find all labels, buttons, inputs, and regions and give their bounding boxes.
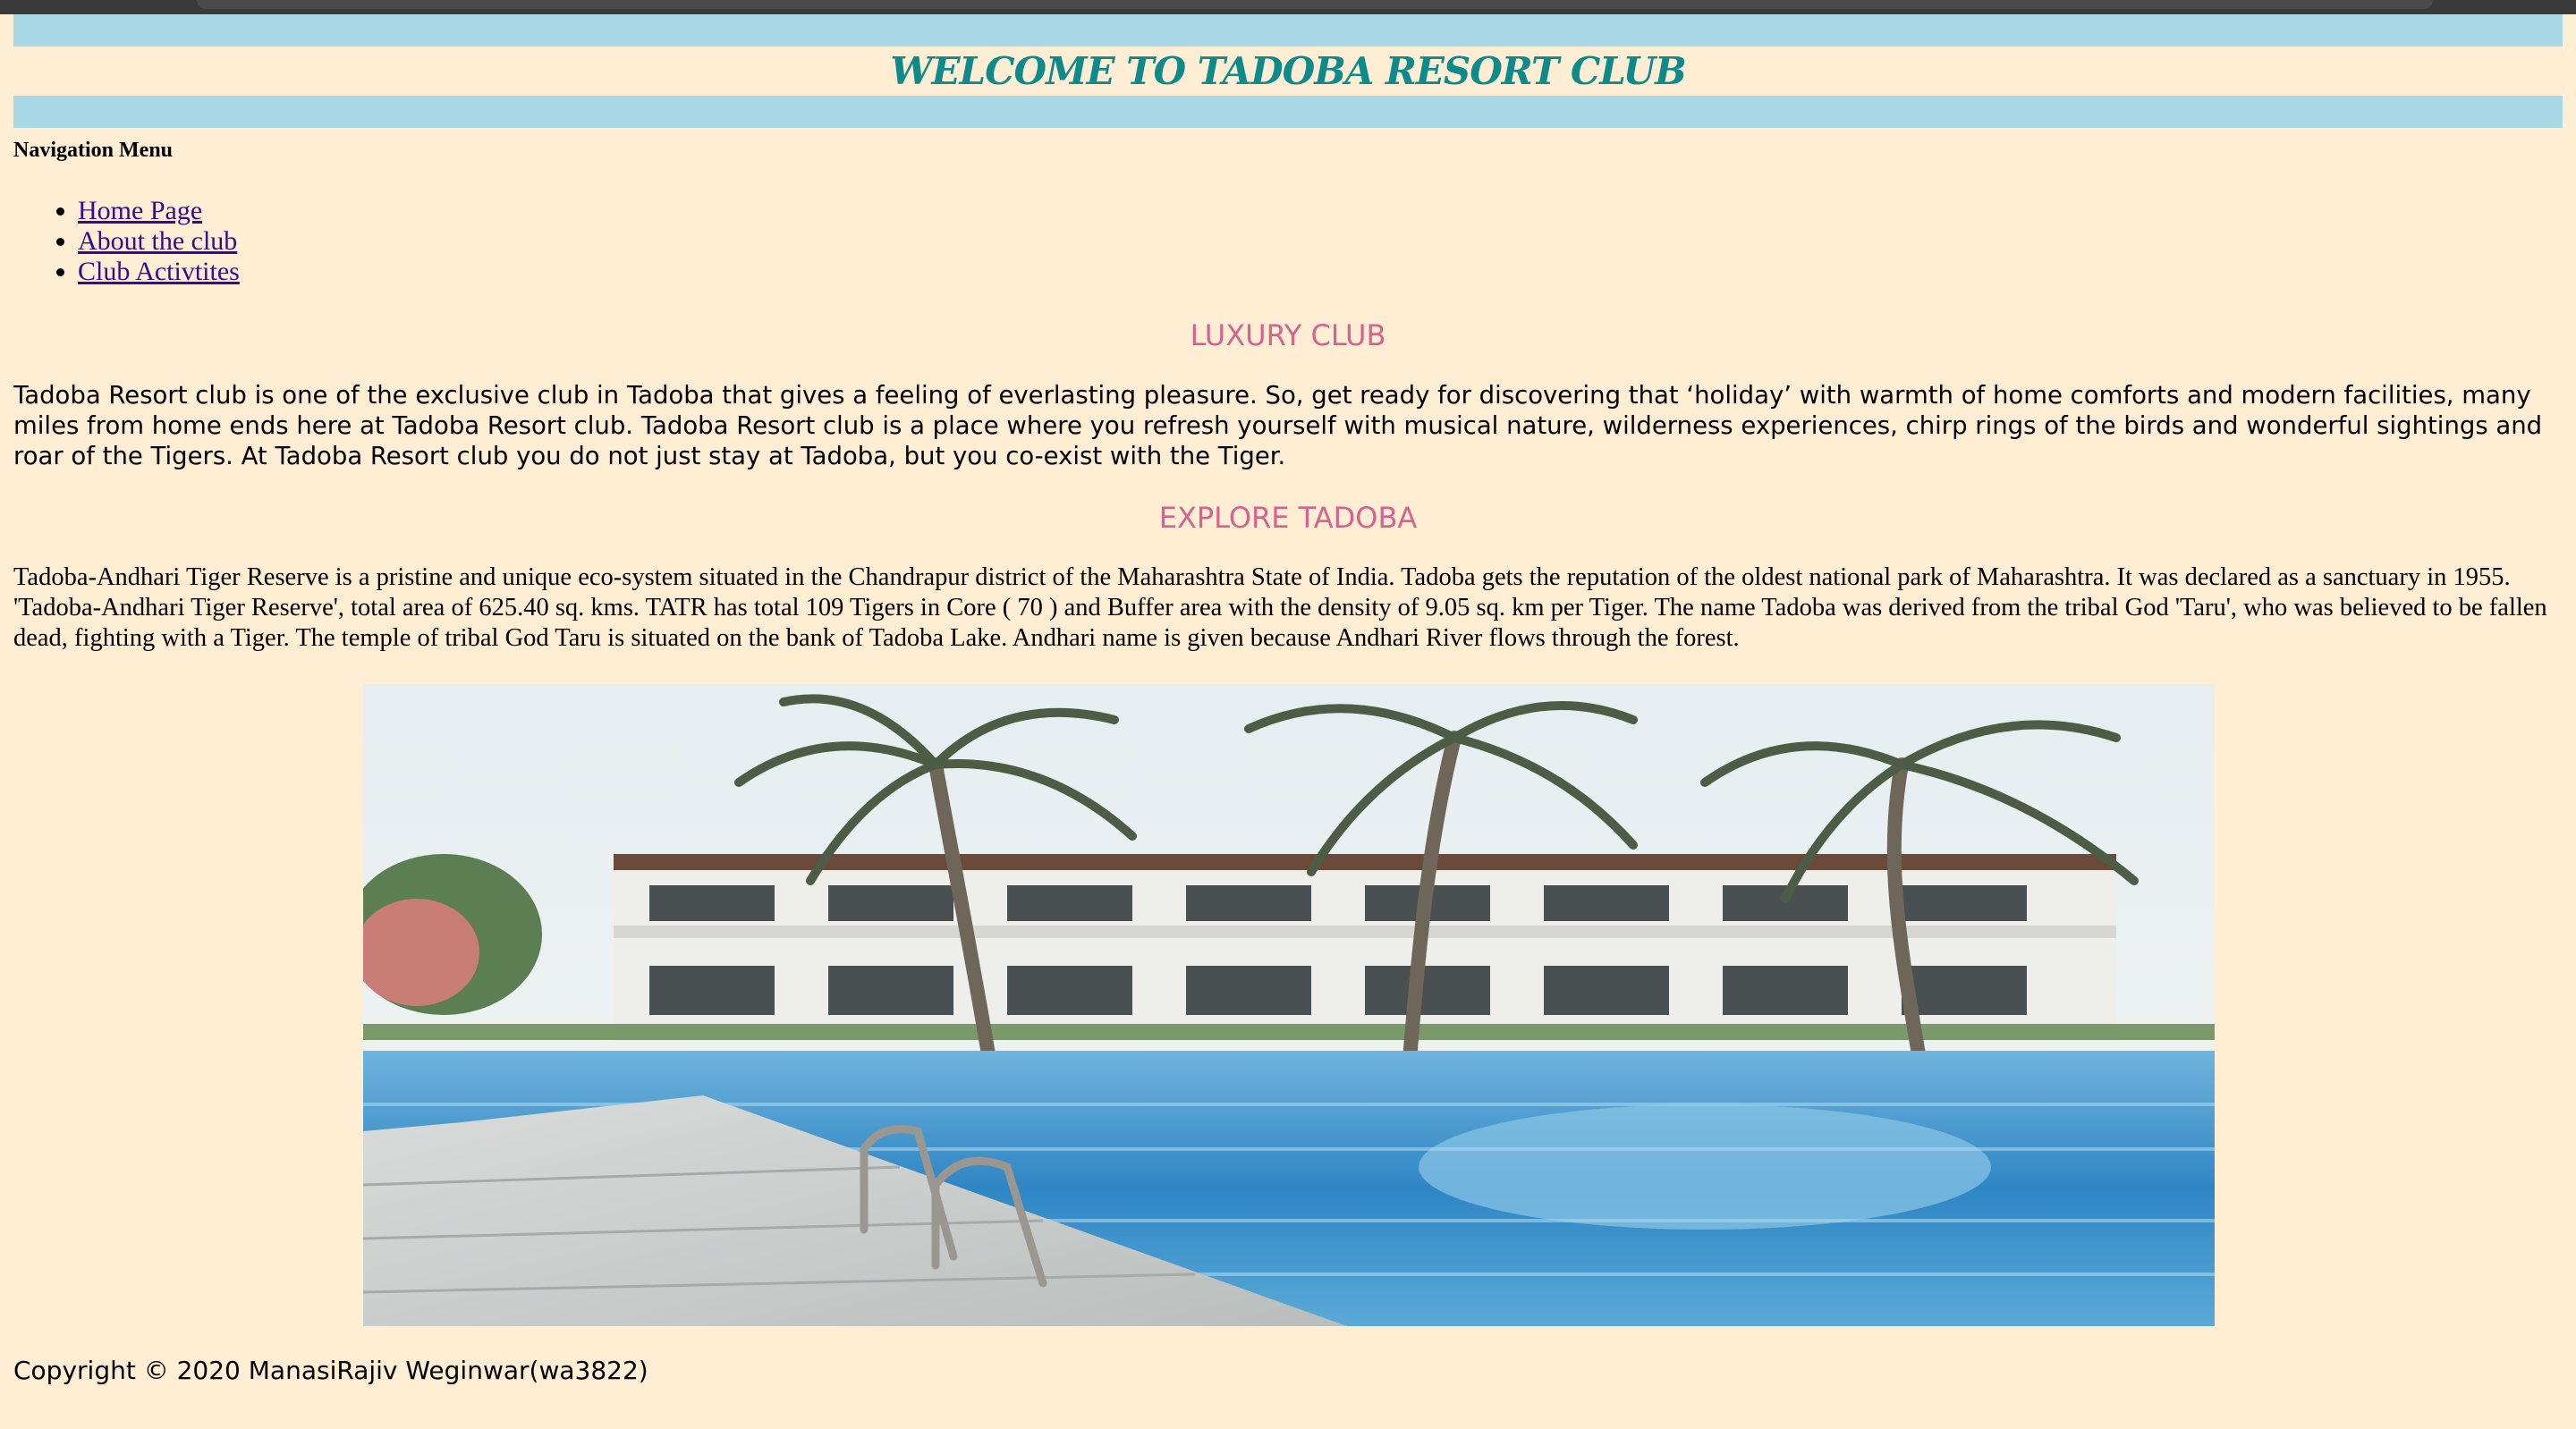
resort-pool-image: [363, 684, 2215, 1326]
nav-menu: Home Page About the club Club Activtites: [13, 196, 2563, 287]
browser-top-edge: [0, 0, 2576, 14]
nav-link-about[interactable]: About the club: [78, 226, 237, 256]
nav-item-about: About the club: [78, 226, 2563, 257]
nav-link-activities[interactable]: Club Activtites: [78, 257, 240, 286]
browser-tab-strip: [197, 0, 2433, 9]
header-top-stripe: [13, 14, 2563, 47]
section-text-luxury: Tadoba Resort club is one of the exclusi…: [13, 381, 2543, 470]
section-heading-explore: EXPLORE TADOBA: [1158, 501, 1418, 535]
page-content: WELCOME TO TADOBA RESORT CLUB Navigation…: [13, 14, 2563, 654]
section-heading-luxury: LUXURY CLUB: [1190, 318, 1386, 352]
footer-copyright: Copyright © 2020 ManasiRajiv Weginwar(wa…: [13, 1356, 648, 1385]
header-banner: WELCOME TO TADOBA RESORT CLUB: [13, 14, 2563, 128]
header-bottom-stripe: [13, 96, 2563, 128]
nav-link-home[interactable]: Home Page: [78, 196, 202, 225]
section-text-explore: Tadoba-Andhari Tiger Reserve is a pristi…: [13, 563, 2547, 652]
nav-item-home: Home Page: [78, 196, 2563, 226]
page-title: WELCOME TO TADOBA RESORT CLUB: [13, 47, 2563, 96]
nav-heading: Navigation Menu: [13, 139, 174, 162]
nav-item-activities: Club Activtites: [78, 257, 2563, 287]
